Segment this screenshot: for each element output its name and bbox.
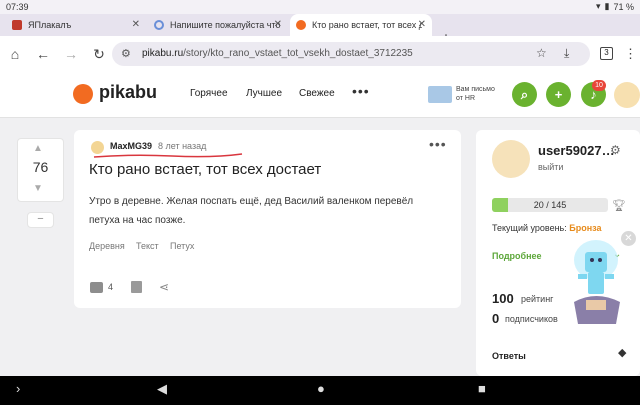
subscribers-label: подписчиков xyxy=(505,314,558,324)
tab-pikabu[interactable]: Кто рано встает, тот всех д ✕ xyxy=(290,14,432,36)
search-button[interactable]: ⌕ xyxy=(512,82,537,107)
tag-rooster[interactable]: Петух xyxy=(170,241,194,251)
bookmark-star-icon[interactable]: ☆ xyxy=(536,46,547,60)
pikabu-favicon xyxy=(296,20,306,30)
add-post-button[interactable]: + xyxy=(546,82,571,107)
user-avatar[interactable] xyxy=(492,140,530,178)
paint-bucket-icon[interactable]: ◆ xyxy=(618,346,626,359)
share-icon[interactable]: ⋖ xyxy=(159,280,169,294)
mail-promo-line2: от HR xyxy=(456,95,476,102)
subscribers-value: 0 xyxy=(492,311,500,326)
tag-text[interactable]: Текст xyxy=(136,241,159,251)
battery-percent: 71 % xyxy=(613,1,634,12)
story-time: 8 лет назад xyxy=(158,141,207,151)
url-path: /story/kto_rano_vstaet_tot_vsekh_dostaet… xyxy=(183,48,413,59)
story-rating: ▲ 76 ▼ xyxy=(17,138,64,202)
trophy-icon[interactable]: 🏆︎ xyxy=(612,199,626,212)
story-card: MaxMG39 8 лет назад ••• Кто рано встает,… xyxy=(74,130,461,308)
header-avatar[interactable] xyxy=(614,82,640,108)
author-name[interactable]: MaxMG39 xyxy=(110,141,152,151)
comments-count[interactable]: 4 xyxy=(108,282,113,292)
upvote-icon[interactable]: ▲ xyxy=(33,143,43,154)
rating-value: 76 xyxy=(32,159,49,175)
promo-close-icon[interactable]: ✕ xyxy=(621,231,636,246)
browser-toolbar: ⌂ ← → ↻ ⚙ pikabu.ru/story/kto_rano_vstae… xyxy=(0,36,640,72)
level-progress-text: 20 / 145 xyxy=(533,200,567,210)
site-settings-icon[interactable]: ⚙ xyxy=(121,47,131,60)
notifications-badge: 10 xyxy=(592,80,606,91)
minus-button[interactable]: − xyxy=(27,212,54,228)
story-menu-icon[interactable]: ••• xyxy=(429,136,447,152)
mail-icon[interactable] xyxy=(428,86,452,103)
back-icon[interactable]: ← xyxy=(34,45,52,63)
level-progress-bar: 20 / 145 xyxy=(492,198,608,212)
tab-bar: ЯПлакалъ ✕ Напишите пожалуйста что ✕ Кто… xyxy=(0,14,640,47)
url-text[interactable]: pikabu.ru/story/kto_rano_vstaet_tot_vsek… xyxy=(142,48,413,59)
story-title[interactable]: Кто рано встает, тот всех достает xyxy=(89,161,321,178)
nav-fresh[interactable]: Свежее xyxy=(299,88,335,99)
home-icon[interactable]: ⌂ xyxy=(6,45,24,63)
tab-title: Кто рано встает, тот всех д xyxy=(312,20,422,30)
tab-title: Напишите пожалуйста что xyxy=(170,20,280,30)
close-tab-icon[interactable]: ✕ xyxy=(274,19,282,30)
red-underline-annotation xyxy=(93,153,243,158)
nav-more-icon[interactable]: ••• xyxy=(352,83,370,99)
site-logo[interactable]: pikabu xyxy=(99,82,157,103)
yaplakal-favicon xyxy=(12,20,22,30)
tab-question[interactable]: Напишите пожалуйста что ✕ xyxy=(148,14,288,36)
level-text: Текущий уровень: Бронза xyxy=(492,223,602,233)
battery-icon: ▮ xyxy=(604,1,610,11)
nav-hot[interactable]: Горячее xyxy=(190,88,228,99)
nav-back-icon[interactable]: ◀ xyxy=(157,381,167,397)
mail-promo-line1: Вам письмо xyxy=(456,86,495,93)
promo-robot-figure[interactable] xyxy=(566,240,626,328)
more-link[interactable]: Подробнее xyxy=(492,251,542,261)
tab-switcher-button[interactable]: 3 xyxy=(600,47,613,60)
mail-promo[interactable]: Вам письмо от HR xyxy=(456,85,495,103)
nav-home-icon[interactable]: ● xyxy=(317,381,325,396)
nav-expand-icon[interactable]: › xyxy=(16,381,20,396)
answers-label[interactable]: Ответы xyxy=(492,351,526,361)
status-bar: 07:39 ▾ ▮ 71 % xyxy=(0,0,640,14)
site-header: pikabu Горячее Лучшее Свежее ••• Вам пис… xyxy=(0,72,640,118)
nav-best[interactable]: Лучшее xyxy=(246,88,282,99)
status-indicators: ▾ ▮ 71 % xyxy=(596,1,634,12)
url-host: pikabu.ru xyxy=(142,48,184,59)
downvote-icon[interactable]: ▼ xyxy=(33,183,43,194)
close-tab-icon[interactable]: ✕ xyxy=(132,19,140,30)
reload-icon[interactable]: ↻ xyxy=(90,45,108,63)
story-text: Утро в деревне. Желая поспать ещё, дед В… xyxy=(89,196,414,226)
user-rating-label: рейтинг xyxy=(521,294,554,304)
download-icon[interactable]: ⤓ xyxy=(564,46,569,61)
loading-favicon xyxy=(154,20,164,30)
level-value: Бронза xyxy=(569,223,602,233)
pikabu-logo-icon[interactable] xyxy=(73,84,93,104)
level-label: Текущий уровень: xyxy=(492,223,570,233)
nav-recents-icon[interactable]: ■ xyxy=(478,381,486,396)
status-time: 07:39 xyxy=(6,2,29,12)
address-bar[interactable]: ⚙ pikabu.ru/story/kto_rano_vstaet_tot_vs… xyxy=(112,42,590,66)
wifi-icon: ▾ xyxy=(596,1,601,11)
tab-title: ЯПлакалъ xyxy=(28,20,72,30)
user-rating-value: 100 xyxy=(492,291,514,306)
close-tab-icon[interactable]: ✕ xyxy=(418,19,426,30)
system-nav-bar: › ◀ ● ■ xyxy=(0,376,640,405)
more-menu-icon[interactable]: ⋮ xyxy=(624,46,637,62)
settings-gear-icon[interactable]: ⚙ xyxy=(610,143,621,157)
tag-village[interactable]: Деревня xyxy=(89,241,125,251)
user-name[interactable]: user59027… xyxy=(538,143,615,158)
forward-icon[interactable]: → xyxy=(62,45,80,63)
save-icon[interactable] xyxy=(131,281,142,293)
tab-yaplakal[interactable]: ЯПлакалъ ✕ xyxy=(6,14,146,36)
comment-icon[interactable] xyxy=(90,282,103,293)
logout-link[interactable]: выйти xyxy=(538,162,563,172)
